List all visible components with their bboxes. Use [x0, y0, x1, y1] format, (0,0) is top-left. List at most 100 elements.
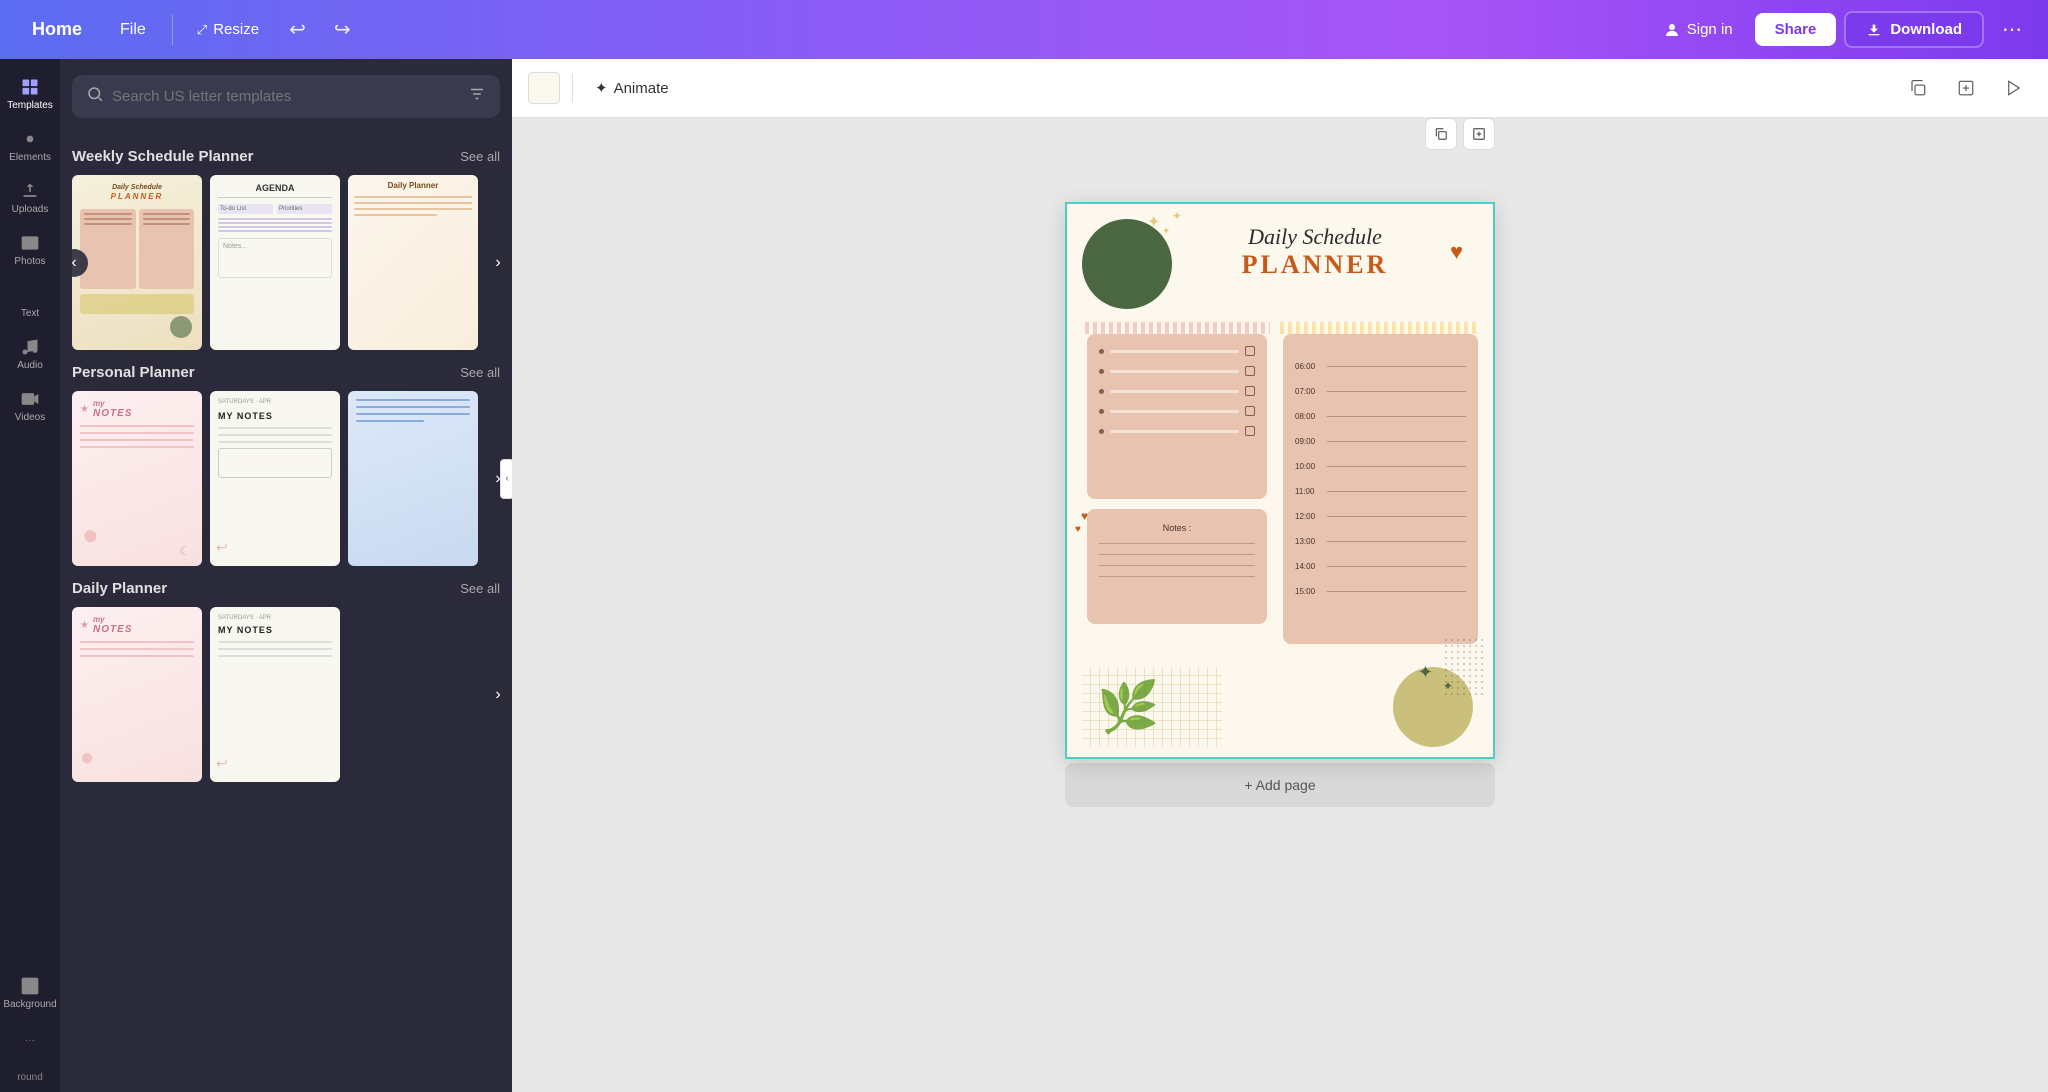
resize-icon: ⤢ [197, 22, 207, 38]
deco-heart: ♥ [1450, 239, 1463, 265]
time-label-1200: 12:00 [1295, 512, 1323, 521]
sidebar-item-elements[interactable]: Elements [3, 121, 57, 171]
template-thumb-weekly-1[interactable]: Daily SchedulePLANNER [72, 175, 202, 350]
animate-button[interactable]: ✦ Animate [585, 73, 679, 103]
sidebar-item-text[interactable]: Text [3, 277, 57, 327]
todo-dot-3 [1099, 389, 1104, 394]
nav-home[interactable]: Home [16, 11, 98, 48]
sidebar-item-uploads[interactable]: Uploads [3, 173, 57, 223]
canvas-page[interactable]: ✦ ✦ ✦ Daily Schedule PLANNER ♥ [1065, 202, 1495, 759]
add-new-page-button[interactable] [1463, 118, 1495, 150]
present-button[interactable] [1996, 70, 2032, 106]
animate-icon: ✦ [595, 79, 608, 97]
todo-line-4 [1110, 410, 1239, 413]
animate-label: Animate [614, 80, 669, 97]
notes-line-2 [1099, 554, 1255, 555]
sidebar-item-audio[interactable]: Audio [3, 329, 57, 379]
section-personal-title: Personal Planner [72, 364, 195, 381]
search-input[interactable] [112, 88, 460, 105]
time-line-1400 [1327, 566, 1466, 567]
video-icon [20, 389, 40, 409]
schedule-row-1000: 10:00 [1295, 462, 1466, 471]
time-line-1000 [1327, 466, 1466, 467]
personal-template-row: ★ myNOTES ● ☾ [72, 391, 500, 566]
notes-box[interactable]: Notes : [1087, 509, 1267, 624]
nav-divider [172, 15, 173, 45]
text-icon [20, 285, 40, 305]
template-thumb-weekly-2[interactable]: AGENDA To-do List Priorities Notes... [210, 175, 340, 350]
weekly-arrow-left[interactable]: ‹ [60, 249, 88, 277]
top-nav: Home File ⤢ Resize ↩ ↪ Sign in Share Dow… [0, 0, 2048, 59]
template-thumb-daily-2[interactable]: SATURDAYS · APR MY NOTES ↩ [210, 607, 340, 782]
section-weekly-see-all[interactable]: See all [460, 149, 500, 164]
filter-icon[interactable] [468, 85, 486, 108]
sidebar-bottom-dots[interactable]: ··· [25, 1020, 35, 1060]
todo-checkbox-3[interactable] [1245, 386, 1255, 396]
sidebar-item-photos[interactable]: Photos [3, 225, 57, 275]
sparkle-5: ✦ [1443, 679, 1453, 693]
schedule-box[interactable]: 06:00 07:00 08:00 [1283, 334, 1478, 644]
add-page-button[interactable] [1948, 70, 1984, 106]
todo-line-1 [1110, 350, 1239, 353]
weekly-arrow-right[interactable]: › [484, 249, 512, 277]
todo-line-3 [1110, 390, 1239, 393]
schedule-grid-line [1280, 322, 1480, 334]
sidebar-item-videos[interactable]: Videos [3, 381, 57, 431]
hide-panel-button[interactable]: ‹ [500, 459, 512, 499]
sidebar-item-templates[interactable]: Templates [3, 69, 57, 119]
canvas-scroll[interactable]: ✦ ✦ ✦ Daily Schedule PLANNER ♥ [512, 118, 2048, 1092]
nav-file[interactable]: File [106, 13, 160, 47]
download-button[interactable]: Download [1844, 11, 1984, 48]
template-thumb-weekly-3[interactable]: Daily Planner [348, 175, 478, 350]
undo-button[interactable]: ↩ [279, 11, 316, 48]
canvas-page-wrapper: ✦ ✦ ✦ Daily Schedule PLANNER ♥ [1065, 158, 1495, 807]
todo-checkbox-4[interactable] [1245, 406, 1255, 416]
sparkle-4: ✦ [1418, 662, 1433, 683]
sign-in-button[interactable]: Sign in [1649, 13, 1747, 47]
more-options-button[interactable]: ⋯ [1992, 11, 2032, 48]
sidebar-item-background[interactable]: Background [3, 968, 57, 1018]
canvas-toolbar: ✦ Animate [512, 59, 2048, 118]
nav-resize[interactable]: ⤢ Resize [185, 15, 271, 44]
planner-title-area: Daily Schedule PLANNER [1177, 224, 1453, 280]
template-thumb-personal-3[interactable] [348, 391, 478, 566]
section-personal-see-all[interactable]: See all [460, 365, 500, 380]
todo-checkbox-5[interactable] [1245, 426, 1255, 436]
todo-item-4 [1099, 406, 1255, 416]
share-button[interactable]: Share [1755, 13, 1837, 46]
add-page-button-bottom[interactable]: + Add page [1065, 763, 1495, 807]
elements-icon [20, 129, 40, 149]
download-icon [1866, 22, 1882, 38]
sidebar-bottom-label[interactable]: round [17, 1062, 43, 1092]
schedule-row-1500: 15:00 [1295, 587, 1466, 596]
template-thumb-daily-1[interactable]: ★ myNOTES ● [72, 607, 202, 782]
todo-checkbox-2[interactable] [1245, 366, 1255, 376]
upload-icon [20, 181, 40, 201]
time-line-1300 [1327, 541, 1466, 542]
page-color-swatch[interactable] [528, 72, 560, 104]
todo-item-5 [1099, 426, 1255, 436]
duplicate-page-button[interactable] [1425, 118, 1457, 150]
todo-item-3 [1099, 386, 1255, 396]
todo-dot-5 [1099, 429, 1104, 434]
todo-grid-line [1085, 322, 1270, 334]
planner-bold-title: PLANNER [1177, 250, 1453, 280]
templates-icon [20, 77, 40, 97]
template-thumb-personal-1[interactable]: ★ myNOTES ● ☾ [72, 391, 202, 566]
main-layout: Templates Elements Uploads Photos Text A… [0, 59, 2048, 1092]
notes-label: Notes : [1099, 523, 1255, 533]
schedule-row-1300: 13:00 [1295, 537, 1466, 546]
template-thumb-personal-2[interactable]: SATURDAYS · APR MY NOTES ↩ [210, 391, 340, 566]
todo-checkbox-1[interactable] [1245, 346, 1255, 356]
notes-line-1 [1099, 543, 1255, 544]
redo-button[interactable]: ↪ [324, 11, 361, 48]
deco-green-circle [1082, 219, 1172, 309]
copy-layout-button[interactable] [1900, 70, 1936, 106]
section-daily-see-all[interactable]: See all [460, 581, 500, 596]
todo-line-2 [1110, 370, 1239, 373]
todo-dot-1 [1099, 349, 1104, 354]
deco-heart-small-1: ♥ [1081, 509, 1088, 523]
notes-line-3 [1099, 565, 1255, 566]
todo-box[interactable] [1087, 334, 1267, 499]
daily-arrow-right[interactable]: › [484, 681, 512, 709]
